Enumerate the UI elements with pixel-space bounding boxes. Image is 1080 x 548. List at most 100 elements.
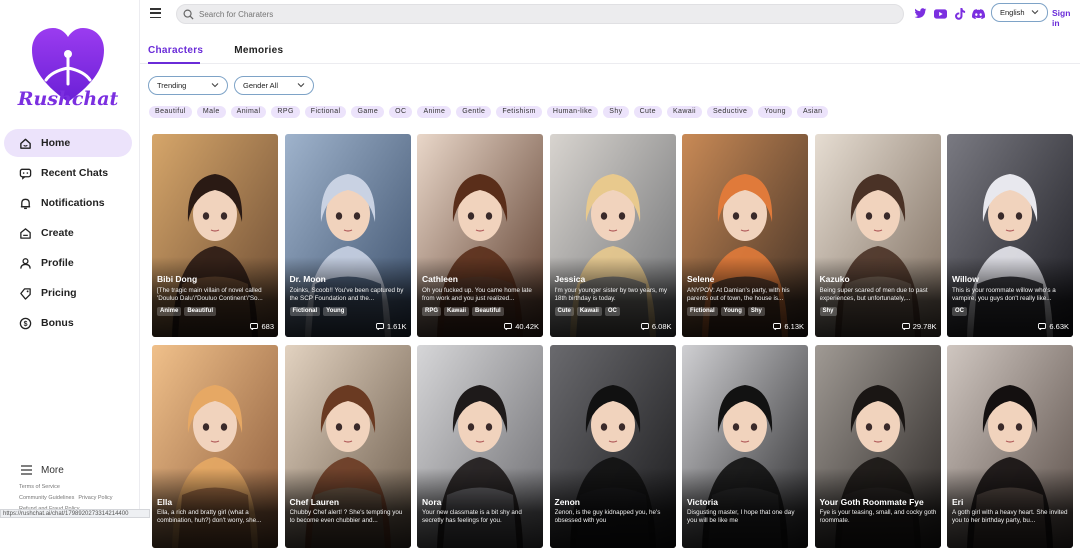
character-card[interactable]: Willow This is your roommate willow who's… [947,134,1073,337]
character-card[interactable]: Victoria Disgusting master, I hope that o… [682,345,808,548]
tag-chip[interactable]: Cute [633,106,662,118]
character-card[interactable]: Kazuko Being super scared of men due to p… [814,134,941,337]
tab-characters[interactable]: Characters [148,45,203,61]
tag-chip[interactable]: OC [389,106,413,118]
chat-count-value: 683 [261,322,274,331]
character-description: Chubby Chef alert! ? She's tempting you … [289,509,403,524]
card-gradient-overlay [284,468,411,548]
nav-label: Pricing [41,287,77,299]
character-tag: OC [952,307,967,316]
nav-item-recent-chats[interactable]: Recent Chats [4,159,132,187]
tag-chip[interactable]: Fetishism [496,106,542,118]
card-gradient-overlay [947,468,1073,548]
tag-chip[interactable]: Beautiful [149,106,192,118]
character-name: Willow [952,274,979,284]
gender-value: Gender All [243,81,279,90]
youtube-icon[interactable] [933,7,947,20]
character-tag: OC [604,307,620,316]
character-card[interactable]: Bibi Dong [The tragic main villain of nov… [152,134,278,337]
discord-icon[interactable] [971,7,985,20]
character-description: Your new classmate is a bit shy and secr… [422,509,522,524]
search-input[interactable] [199,9,799,19]
character-description: Zenon, is the guy kidnapped you, he's ob… [554,509,661,524]
nav-item-profile[interactable]: Profile [4,249,132,277]
chat-count: 683 [250,322,274,331]
character-tag: Beautiful [472,307,504,316]
terms-link[interactable]: Terms of Service [19,484,60,490]
character-tags: Shy [819,307,840,316]
chat-count: 29.78K [901,322,937,331]
character-tag: Kawaii [576,307,602,316]
language-select[interactable]: English [991,3,1048,22]
tag-chip[interactable]: Shy [603,106,629,118]
hamburger-menu-icon[interactable] [150,8,161,18]
character-card[interactable]: Jessica I'm your younger sister by two ye… [549,134,676,337]
nav-label: Profile [41,257,74,269]
character-tag: Kawaii [444,307,470,316]
character-card[interactable]: Dr. Moon Zoinks, Scoob!! You've been capt… [284,134,411,337]
nav-label: Recent Chats [41,167,109,179]
character-card[interactable]: Ella Ella, a rich and bratty girl (what a… [152,345,278,548]
top-bar: English Sign in [140,0,1080,28]
search-bar[interactable] [176,4,904,24]
chat-count-value: 29.78K [912,322,937,331]
character-card[interactable]: Your Goth Roommate Fye Fye is your teasin… [814,345,941,548]
tag-chip[interactable]: Asian [796,106,829,118]
search-icon [183,9,194,20]
message-icon [250,323,259,330]
tag-chip[interactable]: Game [351,106,385,118]
chat-count: 1.61K [375,322,407,331]
character-name: Nora [422,497,442,507]
twitter-icon[interactable] [913,7,927,20]
nav-item-create[interactable]: Create [4,219,132,247]
nav-item-bonus[interactable]: $ Bonus [4,309,132,337]
character-card[interactable]: Selene ANYPOV: At Damian's party, with hi… [682,134,808,337]
nav-item-pricing[interactable]: Pricing [4,279,132,307]
main-nav: Home Recent Chats Notifications Create P… [4,129,132,339]
character-tag: Cute [554,307,574,316]
guidelines-link[interactable]: Community Guidelines [19,495,74,501]
character-description: Being super scared of men due to past ex… [819,287,928,302]
tiktok-icon[interactable] [953,7,967,20]
character-tag: Young [323,307,348,316]
chat-count: 6.13K [773,322,804,331]
tag-chip[interactable]: Kawaii [666,106,702,118]
character-name: Victoria [687,497,719,507]
character-card[interactable]: Eri A goth girl with a heavy heart. She i… [947,345,1073,548]
tag-chip[interactable]: Anime [417,106,452,118]
character-card[interactable]: Nora Your new classmate is a bit shy and … [417,345,543,548]
tag-chip[interactable]: RPG [271,106,300,118]
coin-icon: $ [18,316,32,330]
tag-chip[interactable]: Fictional [304,106,347,118]
nav-label: Create [41,227,74,239]
tab-memories[interactable]: Memories [234,45,283,61]
privacy-link[interactable]: Privacy Policy [78,495,112,501]
more-menu[interactable]: More [19,463,64,477]
character-description: This is your roommate willow who's a vam… [952,287,1056,302]
tag-chip[interactable]: Young [758,106,792,118]
sort-select[interactable]: Trending [148,76,228,95]
character-name: Eri [952,497,964,507]
message-icon [773,323,782,330]
home-icon [18,136,32,150]
character-card[interactable]: Cathleen Oh you fucked up. You came home … [417,134,543,337]
card-gradient-overlay [152,468,278,548]
character-name: Selene [687,274,715,284]
tag-chip[interactable]: Seductive [706,106,754,118]
tag-chip[interactable]: Animal [230,106,267,118]
character-card[interactable]: Chef Lauren Chubby Chef alert! ? She's te… [284,345,411,548]
tag-chip[interactable]: Human-like [546,106,599,118]
sign-in-link[interactable]: Sign in [1052,8,1080,28]
character-description: Disgusting master, I hope that one day y… [687,509,795,524]
more-label: More [41,464,64,476]
gender-select[interactable]: Gender All [234,76,314,95]
character-tag: Beautiful [184,307,217,316]
character-name: Chef Lauren [289,497,340,507]
character-card[interactable]: Zenon Zenon, is the guy kidnapped you, he… [549,345,676,548]
nav-item-home[interactable]: Home [4,129,132,157]
tag-chip[interactable]: Male [196,106,226,118]
nav-item-notifications[interactable]: Notifications [4,189,132,217]
tag-chip[interactable]: Gentle [456,106,492,118]
character-tags: Fictional Young Shy [687,307,768,316]
character-name: Cathleen [422,274,458,284]
